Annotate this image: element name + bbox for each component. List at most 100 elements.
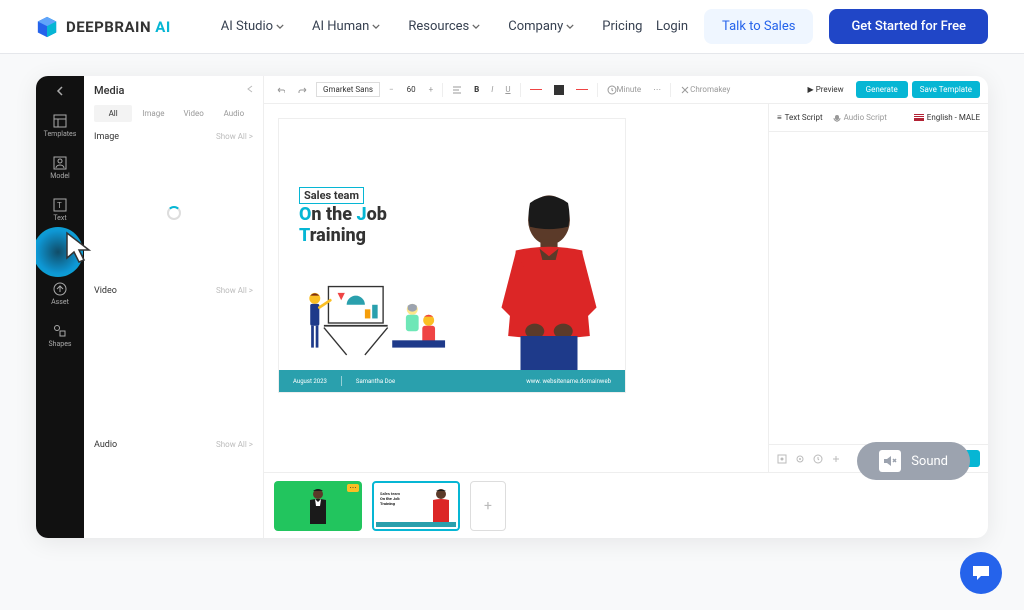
redo-button[interactable] bbox=[294, 83, 310, 97]
media-tab-audio[interactable]: Audio bbox=[215, 105, 253, 122]
sidebar-asset[interactable]: Asset bbox=[36, 274, 84, 314]
nav-ai-human[interactable]: AI Human bbox=[312, 19, 380, 34]
login-link[interactable]: Login bbox=[656, 19, 688, 34]
strikethrough-button[interactable] bbox=[527, 87, 545, 93]
ai-avatar[interactable] bbox=[485, 184, 613, 374]
text-color-button[interactable] bbox=[551, 83, 567, 97]
left-mini-sidebar: Templates Model T Text Asset Shapes bbox=[36, 76, 84, 538]
chromakey-icon bbox=[680, 85, 690, 95]
logo[interactable]: DEEPBRAIN AI bbox=[36, 16, 171, 38]
audio-script-tab[interactable]: Audio Script bbox=[833, 113, 887, 122]
us-flag-icon bbox=[914, 114, 924, 121]
timeline-thumb-2[interactable]: Sales teamOn the JobTraining bbox=[372, 481, 460, 531]
speaker-muted-icon bbox=[879, 450, 901, 472]
presentation-illustration bbox=[299, 282, 449, 364]
footer-url: www. websitename.domainweb bbox=[526, 378, 611, 385]
sidebar-shapes[interactable]: Shapes bbox=[36, 316, 84, 356]
talk-to-sales-button[interactable]: Talk to Sales bbox=[704, 9, 813, 44]
media-image-grid bbox=[94, 148, 253, 278]
media-section-image-label: Image bbox=[94, 132, 119, 142]
preview-button[interactable]: ▶Preview bbox=[800, 82, 852, 97]
show-all-video[interactable]: Show All > bbox=[216, 286, 253, 296]
media-tab-all[interactable]: All bbox=[94, 105, 132, 122]
chevron-down-icon bbox=[372, 24, 380, 29]
media-panel: Media All Image Video Audio Image Show A… bbox=[84, 76, 264, 538]
highlight-button[interactable] bbox=[573, 87, 591, 93]
get-started-button[interactable]: Get Started for Free bbox=[829, 9, 988, 44]
media-section-video-label: Video bbox=[94, 286, 117, 296]
generate-button[interactable]: Generate bbox=[856, 81, 908, 98]
timeline-thumb-1[interactable]: ⋯ bbox=[274, 481, 362, 531]
align-icon bbox=[452, 85, 462, 95]
sidebar-model[interactable]: Model bbox=[36, 148, 84, 188]
undo-button[interactable] bbox=[272, 83, 288, 97]
script-tool-3[interactable] bbox=[813, 454, 823, 464]
thumb-avatar-icon bbox=[306, 486, 330, 526]
text-icon: T bbox=[53, 198, 67, 212]
slide-pretitle[interactable]: Sales team bbox=[299, 187, 364, 204]
font-size-increase[interactable]: + bbox=[426, 83, 437, 96]
nav-ai-studio[interactable]: AI Studio bbox=[221, 19, 284, 34]
language-select[interactable]: English - MALE bbox=[914, 113, 980, 122]
nav-resources[interactable]: Resources bbox=[408, 19, 480, 34]
script-tool-4[interactable] bbox=[831, 454, 841, 464]
thumb-title: Sales teamOn the JobTraining bbox=[380, 491, 400, 506]
spinner-icon bbox=[167, 206, 181, 220]
editor-toolbar: Gmarket Sans − 60 + B I U Minute ⋯ Chrom… bbox=[264, 76, 988, 104]
highlight-icon bbox=[576, 89, 588, 91]
sidebar-text[interactable]: T Text bbox=[36, 190, 84, 230]
save-template-button[interactable]: Save Template bbox=[912, 81, 980, 98]
clock-icon bbox=[607, 85, 617, 95]
nav-company[interactable]: Company bbox=[508, 19, 574, 34]
slide-footer: August 2023 Samantha Doe www. websitenam… bbox=[279, 370, 625, 392]
chevron-down-icon bbox=[566, 24, 574, 29]
asset-icon bbox=[53, 282, 67, 296]
chevron-down-icon bbox=[276, 24, 284, 29]
sidebar-back-button[interactable] bbox=[46, 82, 74, 100]
slide-title[interactable]: On the Job Training bbox=[299, 205, 387, 246]
svg-text:T: T bbox=[57, 201, 62, 210]
mic-icon bbox=[833, 114, 841, 122]
templates-icon bbox=[53, 114, 67, 128]
logo-text: DEEPBRAIN AI bbox=[66, 18, 171, 36]
nav-pricing[interactable]: Pricing bbox=[602, 19, 642, 34]
undo-icon bbox=[275, 85, 285, 95]
redo-icon bbox=[297, 85, 307, 95]
chevron-left-icon bbox=[56, 86, 64, 96]
more-button[interactable]: ⋯ bbox=[650, 83, 664, 96]
text-script-tab[interactable]: ≡ Text Script bbox=[777, 113, 823, 122]
script-textarea[interactable] bbox=[769, 132, 988, 444]
model-icon bbox=[53, 156, 67, 170]
add-slide-button[interactable]: + bbox=[470, 481, 506, 531]
bold-button[interactable]: B bbox=[471, 83, 482, 96]
sound-toggle[interactable]: Sound bbox=[857, 442, 970, 480]
chevron-left-icon bbox=[247, 85, 253, 93]
media-collapse-button[interactable] bbox=[247, 85, 253, 96]
chat-icon bbox=[970, 563, 992, 583]
footer-date: August 2023 bbox=[293, 378, 327, 385]
top-navbar: DEEPBRAIN AI AI Studio AI Human Resource… bbox=[0, 0, 1024, 54]
font-select[interactable]: Gmarket Sans bbox=[316, 82, 380, 97]
chat-support-button[interactable] bbox=[960, 552, 1002, 594]
italic-button[interactable]: I bbox=[488, 83, 496, 96]
align-button[interactable] bbox=[449, 83, 465, 97]
sidebar-templates[interactable]: Templates bbox=[36, 106, 84, 146]
shapes-icon bbox=[53, 324, 67, 338]
logo-cube-icon bbox=[36, 16, 58, 38]
media-section-audio-label: Audio bbox=[94, 440, 117, 450]
font-size-decrease[interactable]: − bbox=[386, 83, 397, 96]
media-tab-image[interactable]: Image bbox=[134, 105, 172, 122]
show-all-image[interactable]: Show All > bbox=[216, 132, 253, 142]
minute-button[interactable]: Minute bbox=[604, 83, 645, 97]
script-tool-2[interactable] bbox=[795, 454, 805, 464]
script-tool-1[interactable] bbox=[777, 454, 787, 464]
font-size-value[interactable]: 60 bbox=[403, 85, 420, 94]
underline-button[interactable]: U bbox=[502, 83, 513, 96]
media-video-grid bbox=[94, 302, 253, 432]
chromakey-button[interactable]: Chromakey bbox=[677, 83, 733, 97]
strike-icon bbox=[530, 89, 542, 91]
media-tab-video[interactable]: Video bbox=[175, 105, 213, 122]
thumb-menu-icon[interactable]: ⋯ bbox=[347, 484, 359, 492]
show-all-audio[interactable]: Show All > bbox=[216, 440, 253, 450]
slide-canvas[interactable]: Sales team On the Job Training bbox=[278, 118, 626, 393]
